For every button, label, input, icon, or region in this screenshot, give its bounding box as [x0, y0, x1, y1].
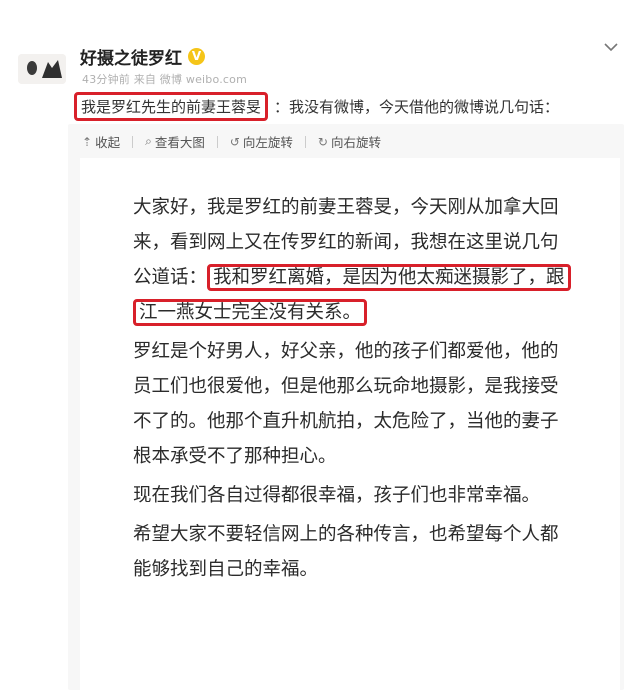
text-line: 大家好，我是罗红的前妻王蓉旻，今天刚从加拿大回	[133, 197, 559, 218]
post-meta: 43分钟前 来自 微博 weibo.com	[82, 73, 248, 86]
collapse-button[interactable]: ⇡ 收起	[82, 132, 120, 151]
text-line: 员工们也很爱他，但是他那么玩命地摄影，是我接受	[133, 376, 559, 397]
toolbar-divider	[216, 135, 218, 148]
toolbar-divider	[132, 135, 134, 148]
image-toolbar: ⇡ 收起 ⌕ 查看大图 ↺ 向左旋转 ↻ 向右旋转	[82, 132, 381, 151]
rotate-right-icon: ↻	[317, 134, 328, 149]
text-line: 现在我们各自过得都很幸福，孩子们也非常幸福。	[133, 485, 541, 506]
text-line: 江一燕女士完全没有关系。	[133, 295, 593, 330]
username[interactable]: 好摄之徒罗红 V	[80, 44, 205, 69]
collapse-icon: ⇡	[82, 134, 93, 149]
highlighted-statement: 江一燕女士完全没有关系。	[133, 299, 368, 326]
rotate-left-label: 向左旋转	[242, 135, 293, 150]
username-text[interactable]: 好摄之徒罗红	[80, 44, 182, 69]
text-line: 来，看到网上又在传罗红的新闻，我想在这里说几句	[133, 232, 559, 253]
rotate-right-label: 向右旋转	[330, 135, 381, 150]
text-line: 公道话： 我和罗红离婚，是因为他太痴迷摄影了，跟	[133, 260, 593, 295]
chevron-down-icon[interactable]	[602, 40, 620, 54]
rotate-right-button[interactable]: ↻ 向右旋转	[318, 132, 381, 151]
rotate-left-icon: ↺	[229, 134, 240, 149]
rotate-left-button[interactable]: ↺ 向左旋转	[230, 132, 293, 151]
paragraph-2: 罗红是个好男人，好父亲，他的孩子们都爱他，他的 员工们也很爱他，但是他那么玩命地…	[133, 334, 593, 474]
paragraph-1: 大家好，我是罗红的前妻王蓉旻，今天刚从加拿大回 来，看到网上又在传罗红的新闻，我…	[133, 190, 593, 330]
post-text: 我是罗红先生的前妻王蓉旻 ：我没有微博，今天借他的微博说几句话：	[74, 92, 560, 121]
zoom-icon: ⌕	[145, 134, 152, 148]
text-line: 希望大家不要轻信网上的各种传言，也希望每个人都	[133, 524, 559, 545]
view-large-button[interactable]: ⌕ 查看大图	[145, 132, 205, 151]
avatar[interactable]	[18, 54, 66, 84]
text-line: 根本承受不了那种担心。	[133, 446, 337, 467]
text-line: 罗红是个好男人，好父亲，他的孩子们都爱他，他的	[133, 341, 559, 362]
paragraph-4: 希望大家不要轻信网上的各种传言，也希望每个人都 能够找到自己的幸福。	[133, 517, 593, 587]
verified-badge-icon: V	[188, 48, 205, 65]
post-rest-text: ：我没有微博，今天借他的微博说几句话：	[274, 98, 560, 116]
highlighted-statement: 我和罗红离婚，是因为他太痴迷摄影了，跟	[207, 264, 571, 291]
text-line: 不了的。他那个直升机航拍，太危险了，当他的妻子	[133, 411, 559, 432]
collapse-label: 收起	[95, 135, 121, 150]
text-line: 能够找到自己的幸福。	[133, 559, 319, 580]
paragraph-3: 现在我们各自过得都很幸福，孩子们也非常幸福。	[133, 478, 593, 513]
highlighted-intro: 我是罗红先生的前妻王蓉旻	[74, 92, 269, 121]
toolbar-divider	[304, 135, 306, 148]
view-large-label: 查看大图	[154, 135, 205, 150]
text-segment: 公道话：	[133, 267, 208, 288]
letter-text: 大家好，我是罗红的前妻王蓉旻，今天刚从加拿大回 来，看到网上又在传罗红的新闻，我…	[133, 190, 593, 591]
